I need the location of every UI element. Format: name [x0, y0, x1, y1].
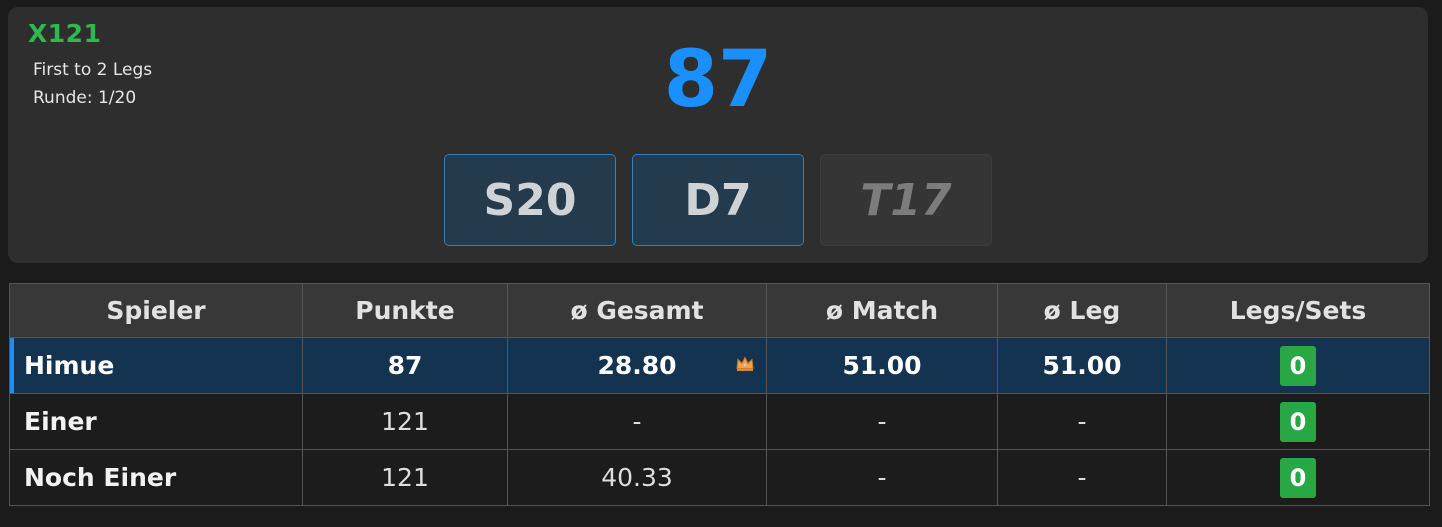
dart-1[interactable]: S20 [444, 154, 616, 246]
column-header-points: Punkte [302, 283, 508, 338]
player-name: Einer [9, 393, 303, 450]
crown-icon [736, 355, 754, 376]
column-header-legs-sets: Legs/Sets [1166, 283, 1430, 338]
player-avg-total: 28.80 [597, 351, 677, 380]
player-points: 121 [302, 393, 508, 450]
dart-throws: S20 D7 T17 [444, 154, 992, 246]
table-row[interactable]: Himue 87 28.80 51.00 51.00 0 [9, 337, 1430, 394]
current-score: 87 [663, 35, 773, 125]
table-row[interactable]: Einer 121 - - - 0 [9, 393, 1430, 450]
player-avg-total: 40.33 [507, 449, 767, 506]
player-points: 87 [302, 337, 508, 394]
player-points: 121 [302, 449, 508, 506]
column-header-avg-match: ø Match [766, 283, 998, 338]
column-header-player: Spieler [9, 283, 303, 338]
player-name: Himue [9, 337, 303, 394]
scoreboard-panel: X121 First to 2 Legs Runde: 1/20 87 S20 … [8, 7, 1428, 263]
player-legs-cell: 0 [1166, 449, 1430, 506]
player-avg-total-cell: 28.80 [507, 337, 767, 394]
player-avg-match: - [766, 393, 998, 450]
player-stats-table: Spieler Punkte ø Gesamt ø Match ø Leg Le… [9, 283, 1430, 506]
table-header-row: Spieler Punkte ø Gesamt ø Match ø Leg Le… [9, 283, 1430, 338]
legs-badge: 0 [1280, 401, 1316, 442]
player-avg-match: - [766, 449, 998, 506]
dart-2[interactable]: D7 [632, 154, 804, 246]
player-avg-leg: - [997, 449, 1167, 506]
dart-3[interactable]: T17 [820, 154, 992, 246]
player-legs-cell: 0 [1166, 337, 1430, 394]
legs-badge: 0 [1280, 457, 1316, 498]
player-name: Noch Einer [9, 449, 303, 506]
player-avg-leg: 51.00 [997, 337, 1167, 394]
player-avg-leg: - [997, 393, 1167, 450]
legs-badge: 0 [1280, 345, 1316, 386]
column-header-avg-total: ø Gesamt [507, 283, 767, 338]
column-header-avg-leg: ø Leg [997, 283, 1167, 338]
player-avg-total: - [507, 393, 767, 450]
table-row[interactable]: Noch Einer 121 40.33 - - 0 [9, 449, 1430, 506]
player-legs-cell: 0 [1166, 393, 1430, 450]
player-avg-match: 51.00 [766, 337, 998, 394]
